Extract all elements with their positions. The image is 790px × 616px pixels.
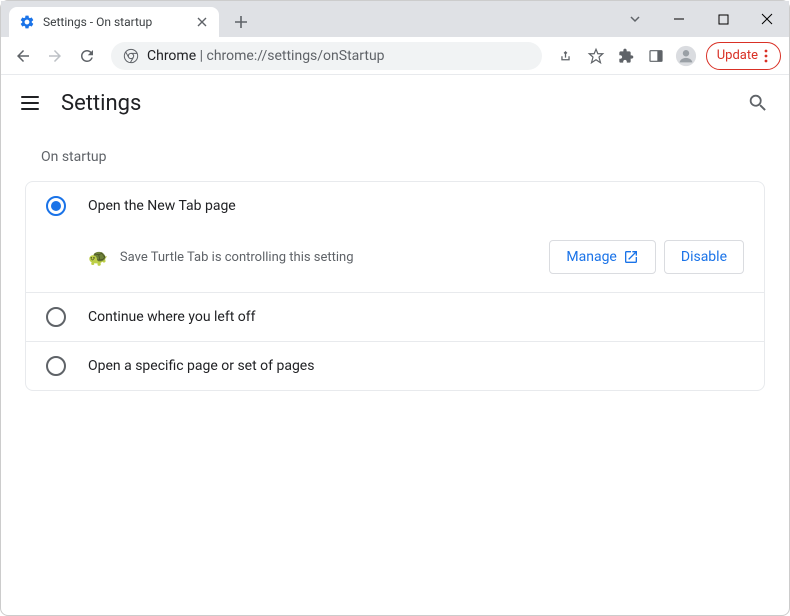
minimize-button[interactable] (657, 1, 701, 37)
share-icon[interactable] (552, 42, 580, 70)
radio-selected-icon[interactable] (46, 196, 66, 216)
option-label: Open the New Tab page (88, 198, 236, 214)
extensions-icon[interactable] (612, 42, 640, 70)
menu-icon[interactable] (21, 91, 45, 115)
address-bar[interactable]: Chrome | chrome://settings/onStartup (111, 42, 542, 70)
tab-title: Settings - On startup (43, 15, 195, 29)
settings-header: Settings (1, 75, 789, 131)
side-panel-icon[interactable] (642, 42, 670, 70)
disable-button[interactable]: Disable (664, 240, 744, 274)
profile-avatar-icon[interactable] (672, 42, 700, 70)
option-continue[interactable]: Continue where you left off (26, 293, 764, 341)
manage-button[interactable]: Manage (549, 240, 655, 274)
menu-dots-icon (764, 49, 768, 63)
settings-content: On startup Open the New Tab page 🐢 Save … (1, 131, 789, 391)
back-button[interactable] (9, 42, 37, 70)
section-title: On startup (25, 131, 765, 181)
option-label: Open a specific page or set of pages (88, 358, 314, 374)
tab-search-caret-icon[interactable] (613, 13, 657, 25)
url-text: Chrome | chrome://settings/onStartup (147, 48, 385, 64)
chrome-icon (123, 48, 139, 64)
extension-notice-row: 🐢 Save Turtle Tab is controlling this se… (26, 230, 764, 292)
startup-card: Open the New Tab page 🐢 Save Turtle Tab … (25, 181, 765, 391)
turtle-icon: 🐢 (88, 248, 108, 267)
reload-button[interactable] (73, 42, 101, 70)
extension-notice-text: Save Turtle Tab is controlling this sett… (120, 250, 541, 265)
option-specific-pages[interactable]: Open a specific page or set of pages (26, 342, 764, 390)
close-window-button[interactable] (745, 1, 789, 37)
maximize-button[interactable] (701, 1, 745, 37)
bookmark-star-icon[interactable] (582, 42, 610, 70)
radio-unselected-icon[interactable] (46, 307, 66, 327)
forward-button[interactable] (41, 42, 69, 70)
radio-unselected-icon[interactable] (46, 356, 66, 376)
open-external-icon (623, 249, 639, 265)
page-title: Settings (61, 91, 747, 116)
update-button[interactable]: Update (706, 42, 781, 70)
close-tab-icon[interactable] (195, 15, 209, 29)
window-controls (613, 1, 789, 37)
option-new-tab[interactable]: Open the New Tab page (26, 182, 764, 230)
search-icon[interactable] (747, 92, 769, 114)
update-label: Update (717, 48, 758, 63)
browser-toolbar: Chrome | chrome://settings/onStartup Upd… (1, 37, 789, 75)
gear-icon (19, 14, 35, 30)
new-tab-button[interactable] (227, 8, 255, 36)
option-label: Continue where you left off (88, 309, 256, 325)
browser-tab[interactable]: Settings - On startup (9, 7, 219, 37)
